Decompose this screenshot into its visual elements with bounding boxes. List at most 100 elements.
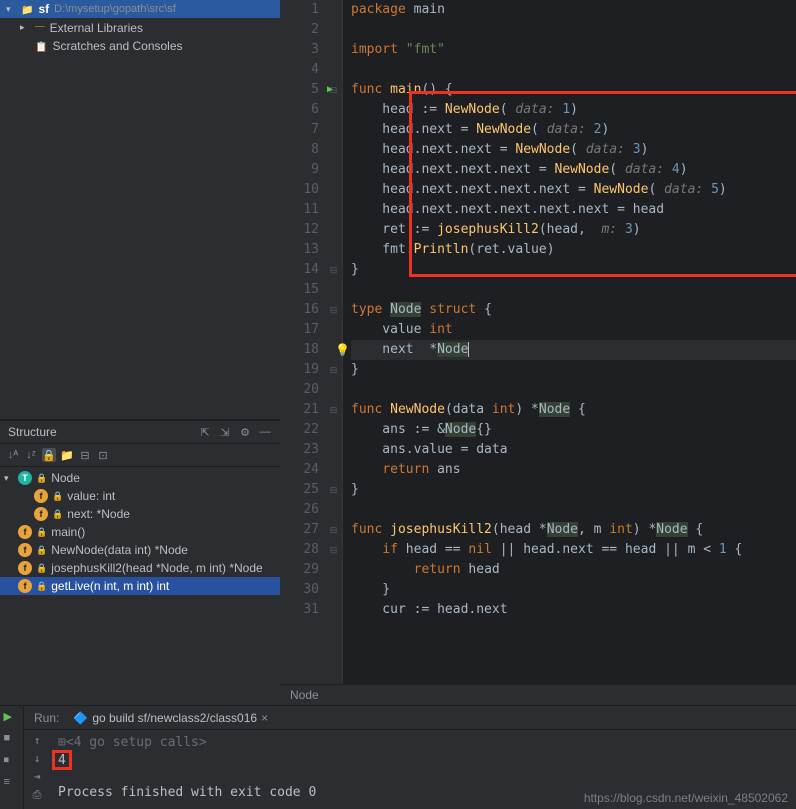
code-line[interactable]: head.next.next.next = NewNode( data: 4) bbox=[351, 160, 796, 180]
fold-marker[interactable] bbox=[325, 180, 342, 200]
fold-marker[interactable] bbox=[325, 380, 342, 400]
print-icon[interactable]: ⎙ bbox=[30, 788, 44, 802]
fold-marker[interactable] bbox=[325, 440, 342, 460]
autoscroll-from-icon[interactable]: ⊡ bbox=[96, 448, 110, 462]
line-number[interactable]: 15 bbox=[286, 280, 319, 300]
line-number[interactable]: 16 bbox=[286, 300, 319, 320]
line-number[interactable]: 31 bbox=[286, 600, 319, 620]
fold-marker[interactable]: ⊟ bbox=[325, 360, 342, 380]
code-line[interactable]: ans := &Node{} bbox=[351, 420, 796, 440]
line-number[interactable]: 1 bbox=[286, 0, 319, 20]
layout-button[interactable]: ≡ bbox=[4, 776, 20, 792]
close-icon[interactable]: × bbox=[261, 711, 268, 725]
line-number[interactable]: 19 bbox=[286, 360, 319, 380]
code-line[interactable]: } bbox=[351, 480, 796, 500]
code-line[interactable]: fmt.Println(ret.value) bbox=[351, 240, 796, 260]
line-number[interactable]: 28 bbox=[286, 540, 319, 560]
structure-tree[interactable]: ▾ T 🔒 Node f 🔒 value: int f 🔒 next: *Nod… bbox=[0, 467, 280, 597]
line-number[interactable]: 11 bbox=[286, 200, 319, 220]
fold-marker[interactable] bbox=[325, 320, 342, 340]
fold-marker[interactable] bbox=[325, 0, 342, 20]
run-gutter-icon[interactable]: ▶ bbox=[327, 80, 333, 100]
fold-marker[interactable] bbox=[325, 500, 342, 520]
code-line[interactable]: ret := josephusKill2(head, m: 3) bbox=[351, 220, 796, 240]
line-number[interactable]: 21 bbox=[286, 400, 319, 420]
code-line[interactable]: return head bbox=[351, 560, 796, 580]
soft-wrap-icon[interactable]: ⇥ bbox=[30, 770, 44, 784]
line-number[interactable]: 13 bbox=[286, 240, 319, 260]
project-item-libraries[interactable]: ▸ External Libraries bbox=[0, 18, 280, 37]
code-line[interactable] bbox=[351, 380, 796, 400]
fold-marker[interactable]: ⊟ bbox=[325, 520, 342, 540]
code-line[interactable]: 💡 next *Node bbox=[351, 340, 796, 360]
struct-func-getlive[interactable]: f 🔒 getLive(n int, m int) int bbox=[0, 577, 280, 595]
fold-marker[interactable] bbox=[325, 420, 342, 440]
show-non-public-icon[interactable]: 📁 bbox=[60, 448, 74, 462]
struct-func-newnode[interactable]: f 🔒 NewNode(data int) *Node bbox=[0, 541, 280, 559]
fold-marker[interactable] bbox=[325, 460, 342, 480]
line-number[interactable]: 30 bbox=[286, 580, 319, 600]
line-number[interactable]: 29 bbox=[286, 560, 319, 580]
fold-marker[interactable]: ⊟ bbox=[325, 400, 342, 420]
line-number[interactable]: 27 bbox=[286, 520, 319, 540]
breadcrumb[interactable]: Node bbox=[280, 684, 796, 705]
fold-marker[interactable] bbox=[325, 100, 342, 120]
line-number[interactable]: 14 bbox=[286, 260, 319, 280]
line-number[interactable]: 20 bbox=[286, 380, 319, 400]
line-number[interactable]: 2 bbox=[286, 20, 319, 40]
exit-button[interactable]: ⏹ bbox=[4, 754, 20, 770]
line-number[interactable]: 26 bbox=[286, 500, 319, 520]
code-line[interactable]: } bbox=[351, 580, 796, 600]
fold-marker[interactable]: ⊟ bbox=[325, 260, 342, 280]
fold-marker[interactable] bbox=[325, 120, 342, 140]
code-line[interactable]: value int bbox=[351, 320, 796, 340]
line-number[interactable]: 22 bbox=[286, 420, 319, 440]
expand-arrow-icon[interactable]: ▾ bbox=[6, 4, 16, 15]
fold-marker[interactable] bbox=[325, 40, 342, 60]
code-line[interactable] bbox=[351, 60, 796, 80]
code-line[interactable]: } bbox=[351, 360, 796, 380]
code-line[interactable]: import "fmt" bbox=[351, 40, 796, 60]
gear-icon[interactable]: ⚙ bbox=[238, 425, 252, 439]
line-number[interactable]: 8 bbox=[286, 140, 319, 160]
line-number[interactable]: 18 bbox=[286, 340, 319, 360]
fold-marker[interactable] bbox=[325, 20, 342, 40]
sort-alpha-icon[interactable]: ↓ᴬ bbox=[6, 448, 20, 462]
code-line[interactable] bbox=[351, 280, 796, 300]
line-number[interactable]: 7 bbox=[286, 120, 319, 140]
expand-arrow-icon[interactable]: ▸ bbox=[20, 22, 30, 33]
run-button[interactable]: ▶ bbox=[4, 710, 20, 726]
project-root[interactable]: ▾ sf D:\mysetup\gopath\src\sf bbox=[0, 0, 280, 18]
up-arrow-icon[interactable]: ↑ bbox=[30, 734, 44, 748]
fold-marker[interactable] bbox=[325, 560, 342, 580]
fold-marker[interactable] bbox=[325, 240, 342, 260]
code-line[interactable]: cur := head.next bbox=[351, 600, 796, 620]
code-line[interactable]: ans.value = data bbox=[351, 440, 796, 460]
struct-func-main[interactable]: f 🔒 main() bbox=[0, 523, 280, 541]
line-number[interactable]: 23 bbox=[286, 440, 319, 460]
code-line[interactable]: head.next.next = NewNode( data: 3) bbox=[351, 140, 796, 160]
fold-marker[interactable] bbox=[325, 580, 342, 600]
fold-marker[interactable]: ⊟ bbox=[325, 540, 342, 560]
struct-field[interactable]: f 🔒 next: *Node bbox=[0, 505, 280, 523]
struct-func-josephus[interactable]: f 🔒 josephusKill2(head *Node, m int) *No… bbox=[0, 559, 280, 577]
fold-marker[interactable] bbox=[325, 200, 342, 220]
project-item-scratches[interactable]: Scratches and Consoles bbox=[0, 37, 280, 55]
intention-bulb-icon[interactable]: 💡 bbox=[335, 340, 350, 360]
line-number[interactable]: 17 bbox=[286, 320, 319, 340]
expand-all-icon[interactable]: ⇱ bbox=[198, 425, 212, 439]
code-line[interactable] bbox=[351, 20, 796, 40]
fold-marker[interactable] bbox=[325, 280, 342, 300]
code-line[interactable]: head.next.next.next.next = NewNode( data… bbox=[351, 180, 796, 200]
line-number[interactable]: 5▶ bbox=[286, 80, 319, 100]
autoscroll-icon[interactable]: ⊟ bbox=[78, 448, 92, 462]
line-number[interactable]: 6 bbox=[286, 100, 319, 120]
code-line[interactable]: head := NewNode( data: 1) bbox=[351, 100, 796, 120]
folder-lock-icon[interactable]: 🔒 bbox=[42, 448, 56, 462]
project-tree[interactable]: ▾ sf D:\mysetup\gopath\src\sf ▸ External… bbox=[0, 0, 280, 420]
struct-type-node[interactable]: ▾ T 🔒 Node bbox=[0, 469, 280, 487]
struct-field[interactable]: f 🔒 value: int bbox=[0, 487, 280, 505]
code-line[interactable]: if head == nil || head.next == head || m… bbox=[351, 540, 796, 560]
line-gutter[interactable]: 12345▶6789101112131415161718192021222324… bbox=[280, 0, 325, 684]
line-number[interactable]: 4 bbox=[286, 60, 319, 80]
